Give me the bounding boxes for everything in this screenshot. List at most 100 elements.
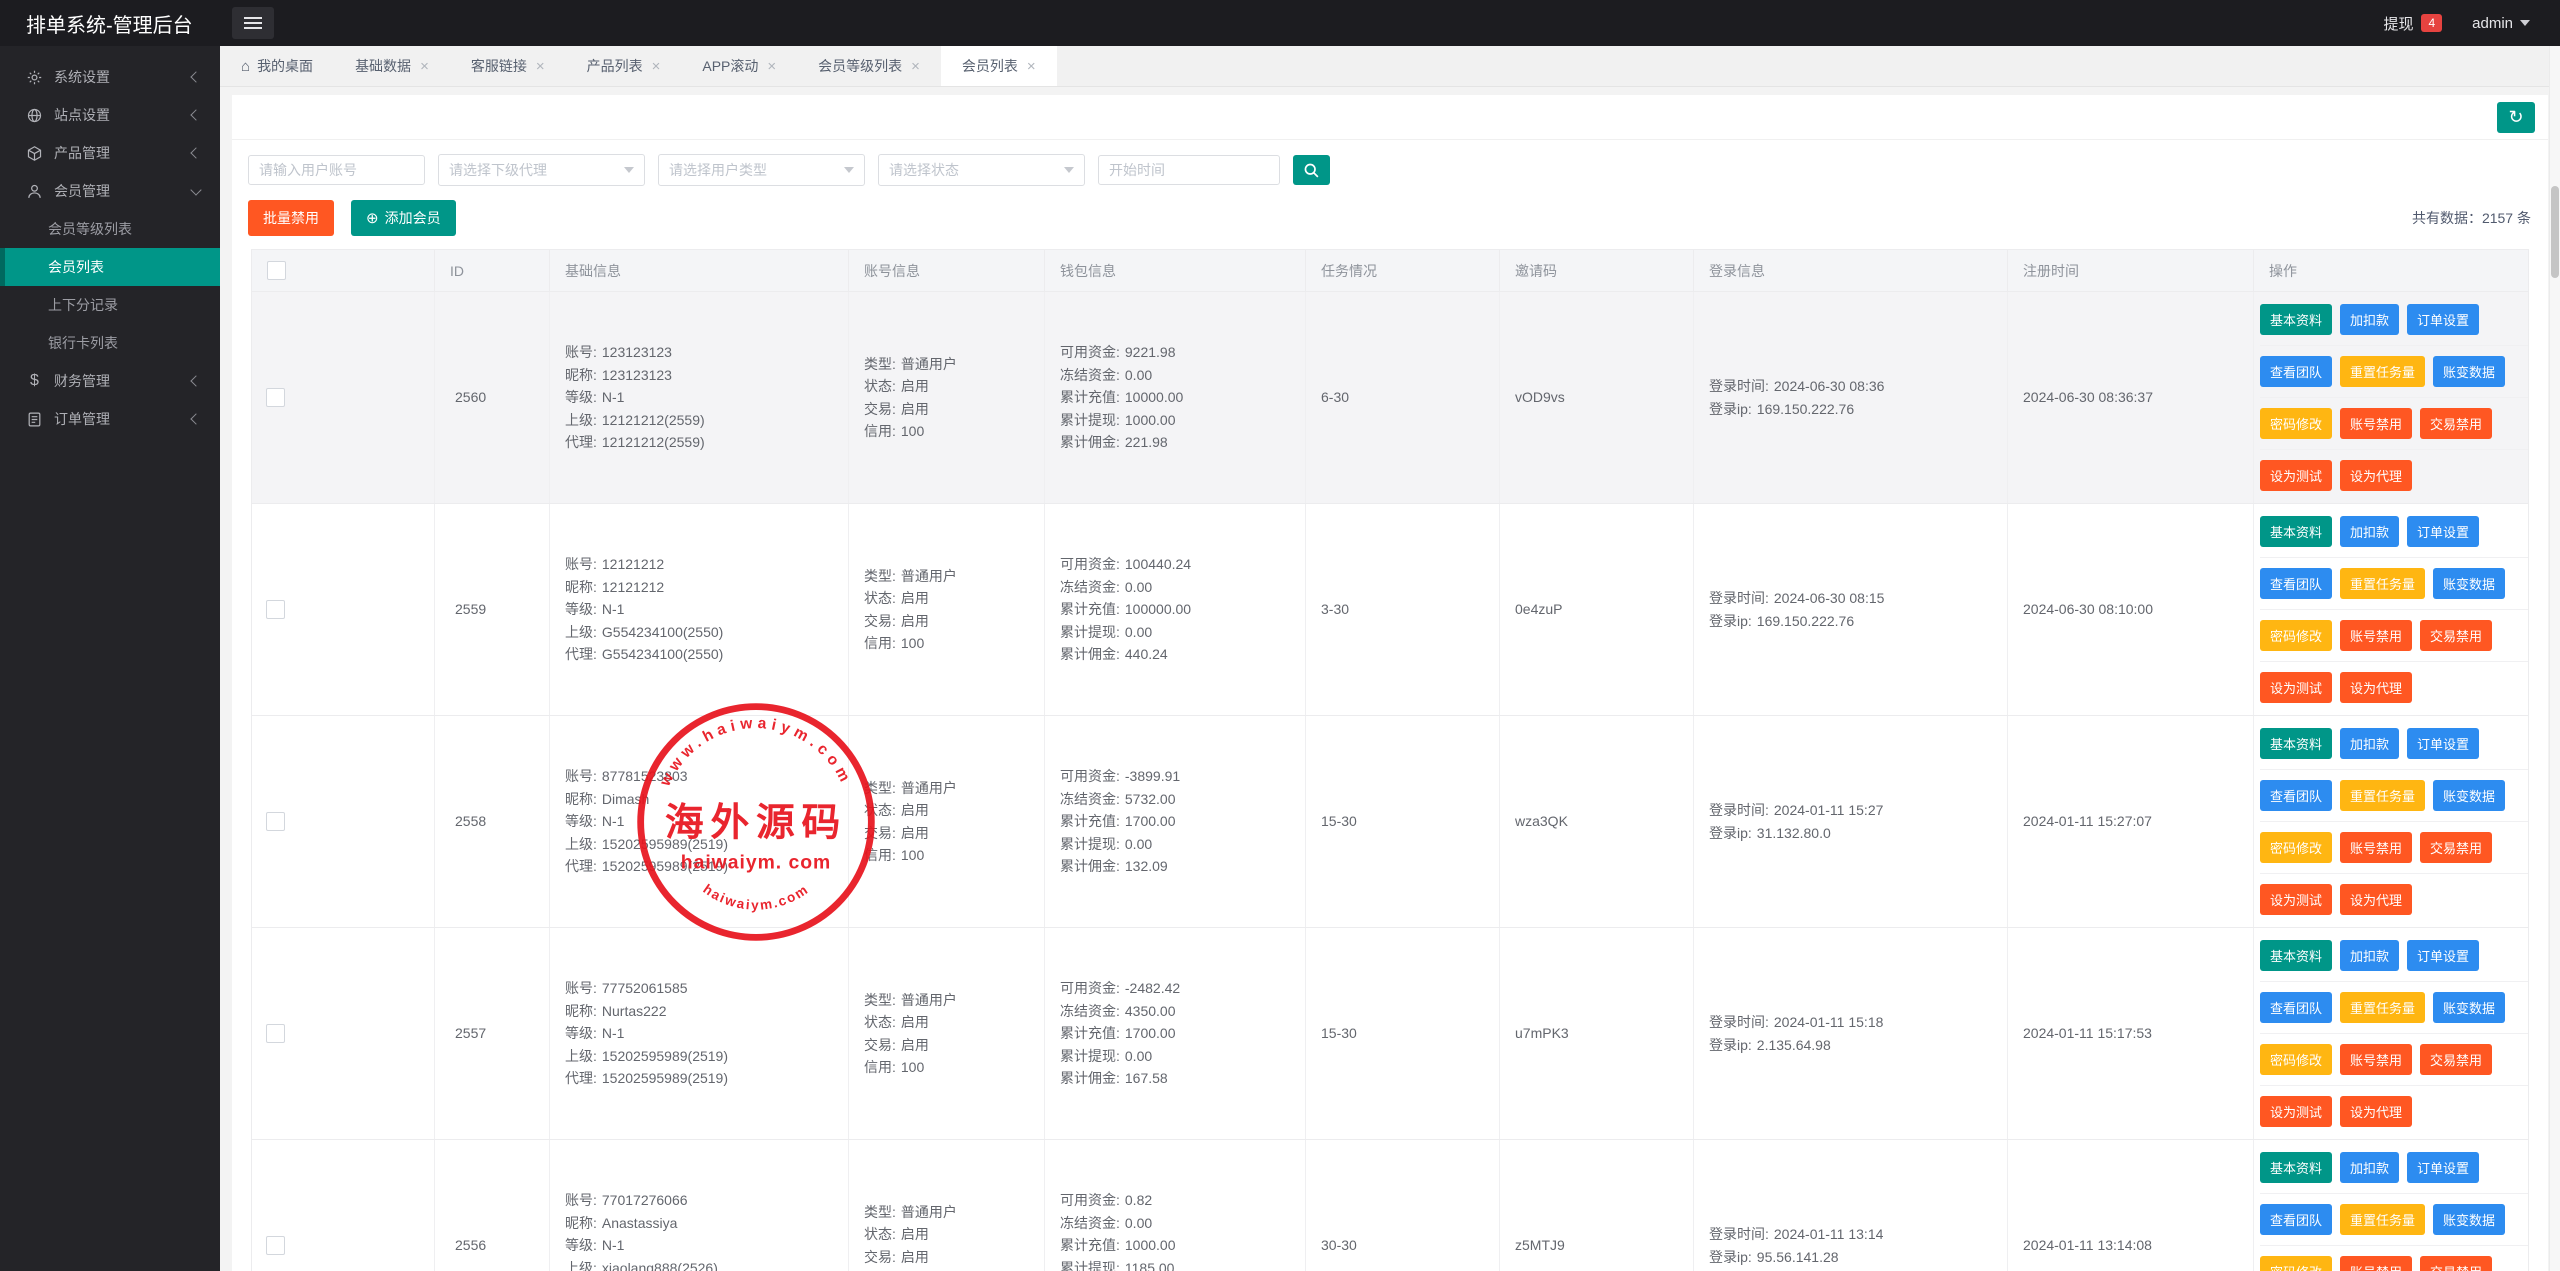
balance-records-button[interactable]: 账变数据: [2433, 780, 2506, 811]
view-team-button[interactable]: 查看团队: [2260, 568, 2333, 599]
account-input[interactable]: [248, 155, 425, 185]
sidebar-item-member-management[interactable]: 会员管理: [0, 172, 220, 210]
reset-task-button[interactable]: 重置任务量: [2340, 1204, 2426, 1235]
start-time-input[interactable]: [1098, 155, 1280, 185]
view-team-button[interactable]: 查看团队: [2260, 992, 2333, 1023]
change-password-button[interactable]: 密码修改: [2260, 408, 2333, 439]
change-password-button[interactable]: 密码修改: [2260, 832, 2333, 863]
cell-select: [252, 292, 435, 503]
set-agent-button[interactable]: 设为代理: [2340, 884, 2413, 915]
change-password-button[interactable]: 密码修改: [2260, 1044, 2333, 1075]
batch-disable-button[interactable]: 批量禁用: [248, 200, 334, 236]
view-team-button[interactable]: 查看团队: [2260, 780, 2333, 811]
add-deduct-button[interactable]: 加扣款: [2340, 516, 2400, 547]
disable-trade-button[interactable]: 交易禁用: [2420, 620, 2493, 651]
disable-account-button[interactable]: 账号禁用: [2340, 1044, 2413, 1075]
sidebar-item-bank-card-list[interactable]: 银行卡列表: [0, 324, 220, 362]
row-checkbox[interactable]: [266, 600, 285, 619]
refresh-button[interactable]: ↻: [2497, 101, 2535, 133]
order-settings-button[interactable]: 订单设置: [2407, 1152, 2480, 1183]
select-all-checkbox[interactable]: [267, 261, 286, 280]
order-settings-button[interactable]: 订单设置: [2407, 940, 2480, 971]
tab-member-list[interactable]: 会员列表 ×: [940, 46, 1057, 86]
set-agent-button[interactable]: 设为代理: [2340, 1096, 2413, 1127]
row-checkbox[interactable]: [266, 388, 285, 407]
basic-info-button[interactable]: 基本资料: [2260, 1152, 2333, 1183]
tab-close-icon[interactable]: ×: [652, 58, 661, 75]
row-checkbox[interactable]: [266, 1236, 285, 1255]
tab-my-desktop[interactable]: ⌂ 我的桌面: [220, 46, 334, 86]
set-test-button[interactable]: 设为测试: [2260, 672, 2333, 703]
sidebar-toggle-button[interactable]: [232, 7, 274, 39]
tab-close-icon[interactable]: ×: [536, 58, 545, 75]
disable-account-button[interactable]: 账号禁用: [2340, 408, 2413, 439]
sidebar-item-system-settings[interactable]: 系统设置: [0, 58, 220, 96]
user-menu[interactable]: admin: [2472, 15, 2530, 32]
row-checkbox[interactable]: [266, 1024, 285, 1043]
balance-records-button[interactable]: 账变数据: [2433, 568, 2506, 599]
set-test-button[interactable]: 设为测试: [2260, 460, 2333, 491]
change-password-button[interactable]: 密码修改: [2260, 1256, 2333, 1271]
row-checkbox[interactable]: [266, 812, 285, 831]
sidebar-item-member-list[interactable]: 会员列表: [0, 248, 220, 286]
info-line: 昵称Dimash: [565, 788, 840, 811]
agent-select[interactable]: 请选择下级代理: [438, 154, 645, 186]
order-settings-button[interactable]: 订单设置: [2407, 516, 2480, 547]
view-team-button[interactable]: 查看团队: [2260, 356, 2333, 387]
add-deduct-button[interactable]: 加扣款: [2340, 940, 2400, 971]
balance-records-button[interactable]: 账变数据: [2433, 1204, 2506, 1235]
basic-info-button[interactable]: 基本资料: [2260, 516, 2333, 547]
basic-info-button[interactable]: 基本资料: [2260, 728, 2333, 759]
disable-trade-button[interactable]: 交易禁用: [2420, 832, 2493, 863]
disable-account-button[interactable]: 账号禁用: [2340, 1256, 2413, 1271]
disable-trade-button[interactable]: 交易禁用: [2420, 1256, 2493, 1271]
add-deduct-button[interactable]: 加扣款: [2340, 1152, 2400, 1183]
sidebar-item-finance-management[interactable]: $ 财务管理: [0, 362, 220, 400]
balance-records-button[interactable]: 账变数据: [2433, 356, 2506, 387]
add-deduct-button[interactable]: 加扣款: [2340, 728, 2400, 759]
disable-account-button[interactable]: 账号禁用: [2340, 620, 2413, 651]
tab-close-icon[interactable]: ×: [420, 58, 429, 75]
order-settings-button[interactable]: 订单设置: [2407, 304, 2480, 335]
reset-task-button[interactable]: 重置任务量: [2340, 356, 2426, 387]
add-deduct-button[interactable]: 加扣款: [2340, 304, 2400, 335]
add-member-button[interactable]: ⊕ 添加会员: [351, 200, 456, 236]
disable-trade-button[interactable]: 交易禁用: [2420, 408, 2493, 439]
set-agent-button[interactable]: 设为代理: [2340, 460, 2413, 491]
tab-product-list[interactable]: 产品列表 ×: [566, 46, 682, 86]
reset-task-button[interactable]: 重置任务量: [2340, 780, 2426, 811]
order-settings-button[interactable]: 订单设置: [2407, 728, 2480, 759]
tab-member-level-list[interactable]: 会员等级列表 ×: [797, 46, 941, 86]
view-team-button[interactable]: 查看团队: [2260, 1204, 2333, 1235]
disable-trade-button[interactable]: 交易禁用: [2420, 1044, 2493, 1075]
tab-close-icon[interactable]: ×: [767, 58, 776, 75]
set-test-button[interactable]: 设为测试: [2260, 884, 2333, 915]
info-label: 累计佣金: [1060, 858, 1125, 874]
set-agent-button[interactable]: 设为代理: [2340, 672, 2413, 703]
scrollbar-thumb[interactable]: [2551, 186, 2559, 278]
status-select[interactable]: 请选择状态: [878, 154, 1085, 186]
tab-close-icon[interactable]: ×: [1027, 58, 1036, 75]
disable-account-button[interactable]: 账号禁用: [2340, 832, 2413, 863]
sidebar-item-product-management[interactable]: 产品管理: [0, 134, 220, 172]
search-button[interactable]: [1293, 155, 1330, 185]
set-test-button[interactable]: 设为测试: [2260, 1096, 2333, 1127]
tab-basic-data[interactable]: 基础数据 ×: [334, 46, 450, 86]
sidebar-item-member-level-list[interactable]: 会员等级列表: [0, 210, 220, 248]
basic-info-button[interactable]: 基本资料: [2260, 940, 2333, 971]
balance-records-button[interactable]: 账变数据: [2433, 992, 2506, 1023]
tab-close-icon[interactable]: ×: [911, 58, 920, 75]
reset-task-button[interactable]: 重置任务量: [2340, 992, 2426, 1023]
sidebar-item-updown-records[interactable]: 上下分记录: [0, 286, 220, 324]
sidebar-item-site-settings[interactable]: 站点设置: [0, 96, 220, 134]
tab-app-scroll[interactable]: APP滚动 ×: [681, 46, 797, 86]
sidebar-item-order-management[interactable]: 订单管理: [0, 400, 220, 438]
scrollbar-track[interactable]: [2549, 46, 2560, 1271]
change-password-button[interactable]: 密码修改: [2260, 620, 2333, 651]
tab-service-links[interactable]: 客服链接 ×: [450, 46, 566, 86]
withdraw-link[interactable]: 提现: [2383, 13, 2413, 34]
user-type-select[interactable]: 请选择用户类型: [658, 154, 865, 186]
basic-info-button[interactable]: 基本资料: [2260, 304, 2333, 335]
info-line: 累计佣金440.24: [1060, 643, 1297, 666]
reset-task-button[interactable]: 重置任务量: [2340, 568, 2426, 599]
